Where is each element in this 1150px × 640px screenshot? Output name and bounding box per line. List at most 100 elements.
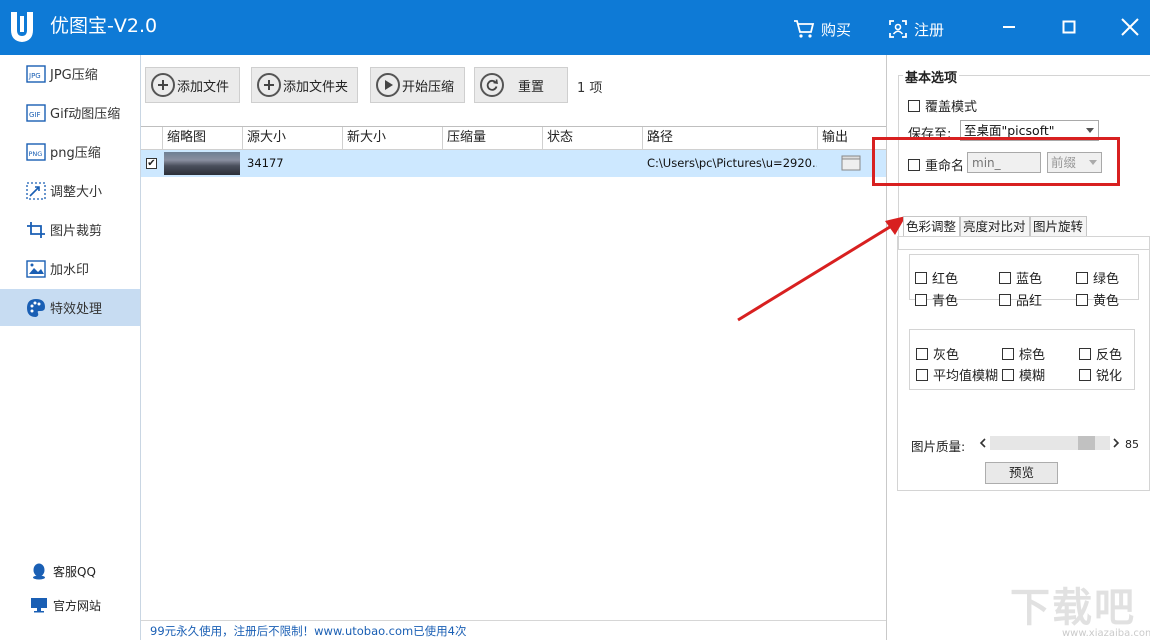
add-file-button[interactable]: 添加文件 — [145, 67, 240, 103]
overwrite-mode-label: 覆盖模式 — [925, 100, 978, 115]
app-logo-icon — [11, 12, 33, 42]
register-button[interactable]: 注册 — [888, 17, 944, 41]
table-row[interactable]: ✔ 34177 C:\Users\pc\Pictures\u=2920... — [141, 150, 886, 177]
checkbox-label: 绿色 — [1093, 272, 1120, 287]
checkbox-label: 蓝色 — [1016, 272, 1043, 287]
buy-button[interactable]: 购买 — [793, 17, 851, 41]
preview-button[interactable]: 预览 — [985, 462, 1058, 484]
checkbox-box — [1079, 368, 1091, 381]
sidebar-item-label: 图片裁剪 — [50, 224, 103, 239]
refresh-icon — [480, 73, 504, 97]
checkbox-label: 青色 — [932, 294, 959, 309]
basic-options-title: 基本选项 — [903, 67, 960, 86]
sidebar-item-png[interactable]: PNG png压缩 — [0, 133, 140, 170]
overwrite-mode-checkbox[interactable]: 覆盖模式 — [908, 96, 977, 115]
sidebar-item-jpg[interactable]: JPG JPG压缩 — [0, 55, 140, 92]
color-cyan-checkbox[interactable]: 青色 — [915, 290, 958, 309]
column-header-source-size[interactable]: 源大小 — [242, 127, 342, 150]
minimize-icon — [1003, 26, 1015, 28]
sidebar-item-watermark[interactable]: 加水印 — [0, 250, 140, 287]
filter-blur-checkbox[interactable]: 模糊 — [1002, 365, 1045, 384]
cell-status — [542, 150, 642, 177]
customer-qq-label: 客服QQ — [53, 564, 96, 579]
color-red-checkbox[interactable]: 红色 — [915, 268, 958, 287]
checkbox-box — [999, 293, 1011, 306]
checkbox-label: 黄色 — [1093, 294, 1120, 309]
checkbox-box — [999, 271, 1011, 284]
toolbar: 添加文件 添加文件夹 开始压缩 重置 1 项 — [141, 55, 886, 126]
customer-qq-link[interactable]: 客服QQ — [0, 558, 140, 584]
official-site-link[interactable]: 官方网站 — [0, 592, 140, 618]
slider-thumb[interactable] — [1077, 436, 1095, 450]
color-yellow-checkbox[interactable]: 黄色 — [1076, 290, 1119, 309]
checkbox-label: 品红 — [1016, 294, 1043, 309]
table-header: 缩略图 源大小 新大小 压缩量 状态 路径 输出 — [141, 127, 886, 150]
title-bar: 优图宝-V2.0 购买 注册 — [0, 0, 1150, 55]
column-header-status[interactable]: 状态 — [542, 127, 642, 150]
color-green-checkbox[interactable]: 绿色 — [1076, 268, 1119, 287]
quality-slider[interactable] — [978, 434, 1122, 452]
watermark-icon — [26, 259, 46, 278]
checkbox-label: 平均值模糊 — [933, 369, 999, 384]
output-folder-button[interactable] — [841, 150, 871, 177]
checkbox-label: 红色 — [932, 272, 959, 287]
palette-icon — [27, 298, 45, 317]
plus-icon — [257, 73, 281, 97]
chevron-down-icon — [1086, 128, 1094, 133]
filter-gray-checkbox[interactable]: 灰色 — [916, 344, 959, 363]
png-icon: PNG — [26, 142, 46, 161]
color-magenta-checkbox[interactable]: 品红 — [999, 290, 1042, 309]
checkbox-box — [915, 271, 927, 284]
monitor-icon — [31, 598, 47, 613]
sidebar-item-crop[interactable]: 图片裁剪 — [0, 211, 140, 248]
sidebar-item-label: 特效处理 — [50, 302, 103, 317]
column-header-path[interactable]: 路径 — [642, 127, 817, 150]
chevron-left-icon — [979, 438, 986, 448]
checkbox-label: 反色 — [1096, 348, 1123, 363]
checkbox-box — [1076, 293, 1088, 306]
crop-icon — [27, 221, 45, 238]
tab-brightness-contrast[interactable]: 亮度对比对 — [960, 216, 1030, 237]
row-checkbox[interactable]: ✔ — [146, 158, 157, 169]
maximize-button[interactable] — [1054, 12, 1084, 42]
start-compress-button[interactable]: 开始压缩 — [370, 67, 465, 103]
sidebar-item-gif[interactable]: GIF Gif动图压缩 — [0, 94, 140, 131]
checkbox-box — [915, 293, 927, 306]
reset-label: 重置 — [518, 79, 545, 95]
sidebar-item-effects[interactable]: 特效处理 — [0, 289, 140, 326]
maximize-icon — [1062, 20, 1076, 34]
folder-icon — [841, 155, 861, 171]
column-header-ratio[interactable]: 压缩量 — [442, 127, 542, 150]
add-folder-button[interactable]: 添加文件夹 — [251, 67, 358, 103]
column-header-thumbnail[interactable]: 缩略图 — [162, 127, 242, 150]
column-header-new-size[interactable]: 新大小 — [342, 127, 442, 150]
minimize-button[interactable] — [994, 12, 1024, 42]
svg-text:JPG: JPG — [28, 72, 41, 80]
sidebar-item-resize[interactable]: 调整大小 — [0, 172, 140, 209]
reset-button[interactable]: 重置 — [474, 67, 568, 103]
close-button[interactable] — [1115, 12, 1145, 42]
play-icon — [376, 73, 400, 97]
plus-icon — [151, 73, 175, 97]
filter-sharpen-checkbox[interactable]: 锐化 — [1079, 365, 1122, 384]
buy-label: 购买 — [821, 20, 852, 39]
svg-text:GIF: GIF — [29, 111, 41, 119]
site-watermark-url: www.xiazaiba.com — [1062, 628, 1150, 639]
site-watermark: 下载吧 — [1010, 585, 1136, 631]
tab-color-adjust[interactable]: 色彩调整 — [903, 216, 960, 237]
quality-label: 图片质量: — [911, 439, 966, 454]
official-site-label: 官方网站 — [53, 598, 102, 613]
filter-invert-checkbox[interactable]: 反色 — [1079, 344, 1122, 363]
checkbox-box — [1002, 347, 1014, 360]
start-compress-label: 开始压缩 — [402, 79, 455, 95]
tab-image-rotate[interactable]: 图片旋转 — [1030, 216, 1087, 237]
checkbox-box — [908, 99, 920, 112]
filter-mean-blur-checkbox[interactable]: 平均值模糊 — [916, 365, 998, 384]
filter-sepia-checkbox[interactable]: 棕色 — [1002, 344, 1045, 363]
svg-text:PNG: PNG — [29, 150, 43, 158]
thumbnail-image — [164, 152, 240, 175]
add-folder-label: 添加文件夹 — [283, 79, 349, 95]
annotation-highlight-box — [872, 137, 1120, 186]
color-blue-checkbox[interactable]: 蓝色 — [999, 268, 1042, 287]
sidebar-item-label: 加水印 — [50, 263, 90, 278]
